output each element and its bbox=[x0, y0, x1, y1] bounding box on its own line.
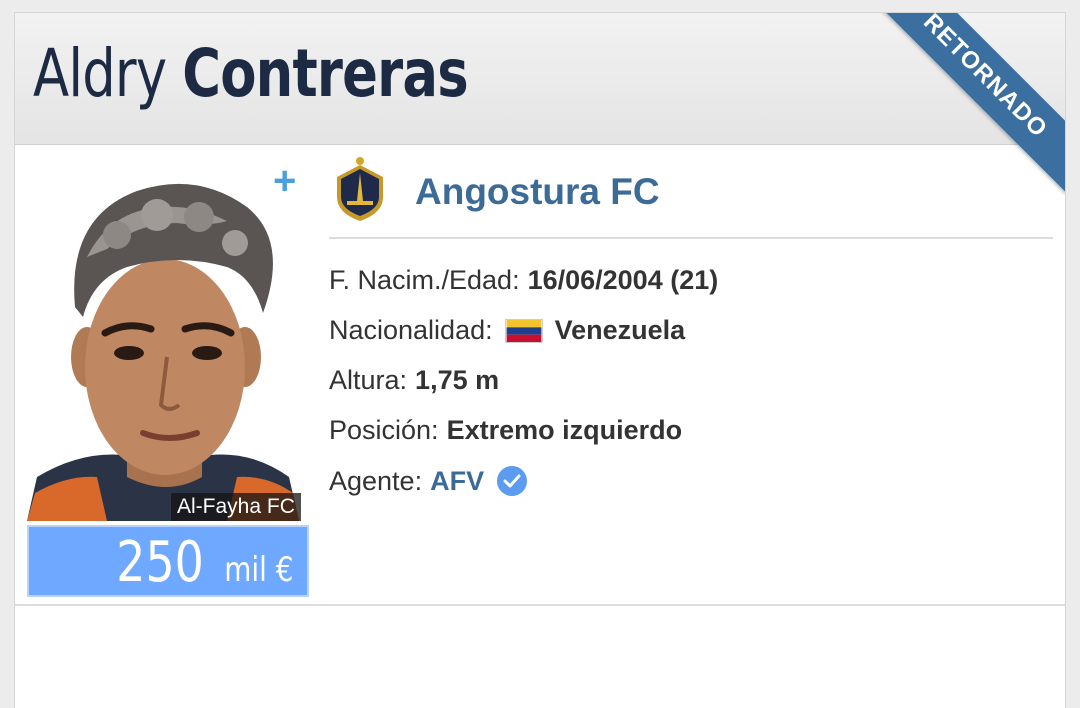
position-label: Posición: bbox=[329, 415, 439, 445]
birth-value: 16/06/2004 (21) bbox=[527, 265, 719, 295]
player-name: Aldry Contreras bbox=[33, 41, 469, 107]
status-ribbon: RETORNADO bbox=[868, 13, 1065, 193]
nationality-value: Venezuela bbox=[554, 315, 686, 345]
info-row-nationality: Nacionalidad: Venezuela bbox=[329, 315, 685, 346]
market-value-box[interactable]: 250 mil € bbox=[27, 525, 309, 597]
club-crest-icon[interactable] bbox=[333, 155, 387, 225]
club-divider bbox=[329, 237, 1053, 239]
club-name-link[interactable]: Angostura FC bbox=[415, 171, 660, 213]
info-row-birth: F. Nacim./Edad: 16/06/2004 (21) bbox=[329, 265, 718, 296]
height-value: 1,75 m bbox=[415, 365, 500, 395]
market-value-amount: 250 bbox=[116, 530, 205, 595]
player-photo[interactable] bbox=[27, 157, 309, 521]
agent-link[interactable]: AFV bbox=[430, 466, 484, 497]
player-portrait-image bbox=[27, 157, 309, 521]
info-row-agent: Agente: AFV bbox=[329, 465, 528, 497]
height-label: Altura: bbox=[329, 365, 408, 395]
status-ribbon-container: RETORNADO bbox=[867, 13, 1065, 211]
section-divider bbox=[15, 604, 1065, 606]
birth-label: F. Nacim./Edad: bbox=[329, 265, 520, 295]
verified-check-icon bbox=[497, 466, 528, 496]
photo-club-caption: Al-Fayha FC bbox=[171, 493, 301, 521]
info-row-height: Altura: 1,75 m bbox=[329, 365, 499, 396]
player-last-name: Contreras bbox=[182, 35, 468, 112]
player-first-name: Aldry bbox=[33, 35, 167, 112]
info-row-position: Posición: Extremo izquierdo bbox=[329, 415, 682, 446]
add-plus-icon[interactable]: + bbox=[273, 161, 296, 201]
market-value-unit: mil € bbox=[223, 550, 293, 590]
player-header-card: Aldry Contreras RETORNADO Al-Fayha FC + … bbox=[14, 12, 1066, 708]
nationality-label: Nacionalidad: bbox=[329, 315, 493, 345]
venezuela-flag-icon bbox=[504, 318, 543, 343]
agent-label: Agente: bbox=[329, 465, 423, 496]
position-value: Extremo izquierdo bbox=[446, 415, 683, 445]
